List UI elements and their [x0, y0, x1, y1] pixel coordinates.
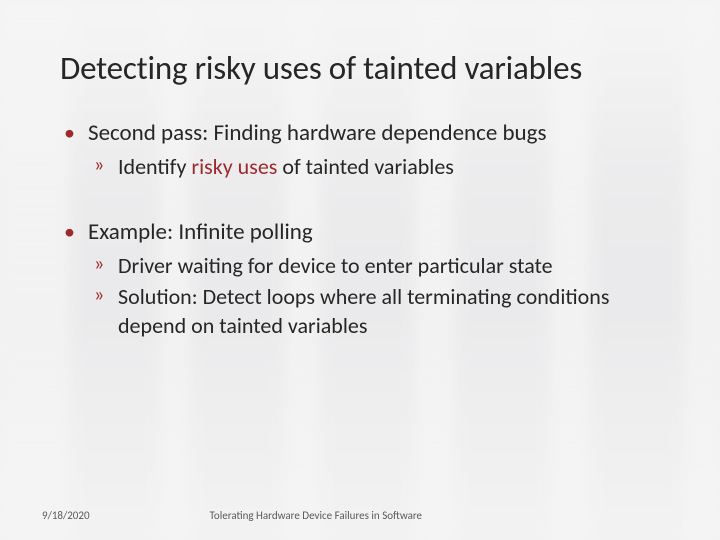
bullet-text: Example: Infinite polling [88, 218, 313, 246]
slide-title: Detecting risky uses of tainted variable… [60, 48, 670, 88]
footer: 9/18/2020 Tolerating Hardware Device Fai… [0, 509, 720, 522]
bullet-text: Second pass: Finding hardware dependence… [88, 119, 546, 147]
sub-text: Solution: Detect loops where all termina… [118, 283, 609, 339]
bullet-item: Example: Infinite polling Driver waiting… [64, 217, 670, 340]
highlight-risky: risky uses [191, 153, 277, 180]
sub-text-pre: Identify [118, 153, 191, 180]
bullet-item: Second pass: Finding hardware dependence… [64, 118, 670, 181]
sub-item: Driver waiting for device to enter parti… [88, 251, 670, 280]
sub-item: Solution: Detect loops where all termina… [88, 282, 670, 340]
sub-list: Driver waiting for device to enter parti… [88, 251, 670, 340]
footer-date: 9/18/2020 [42, 509, 90, 522]
slide: Detecting risky uses of tainted variable… [0, 0, 720, 540]
sub-text-post: of tainted variables [277, 153, 453, 180]
sub-list: Identify risky uses of tainted variables [88, 152, 670, 181]
bullet-list: Second pass: Finding hardware dependence… [64, 118, 670, 340]
sub-text: Driver waiting for device to enter parti… [118, 252, 553, 279]
footer-caption: Tolerating Hardware Device Failures in S… [210, 509, 422, 522]
sub-item: Identify risky uses of tainted variables [88, 152, 670, 181]
